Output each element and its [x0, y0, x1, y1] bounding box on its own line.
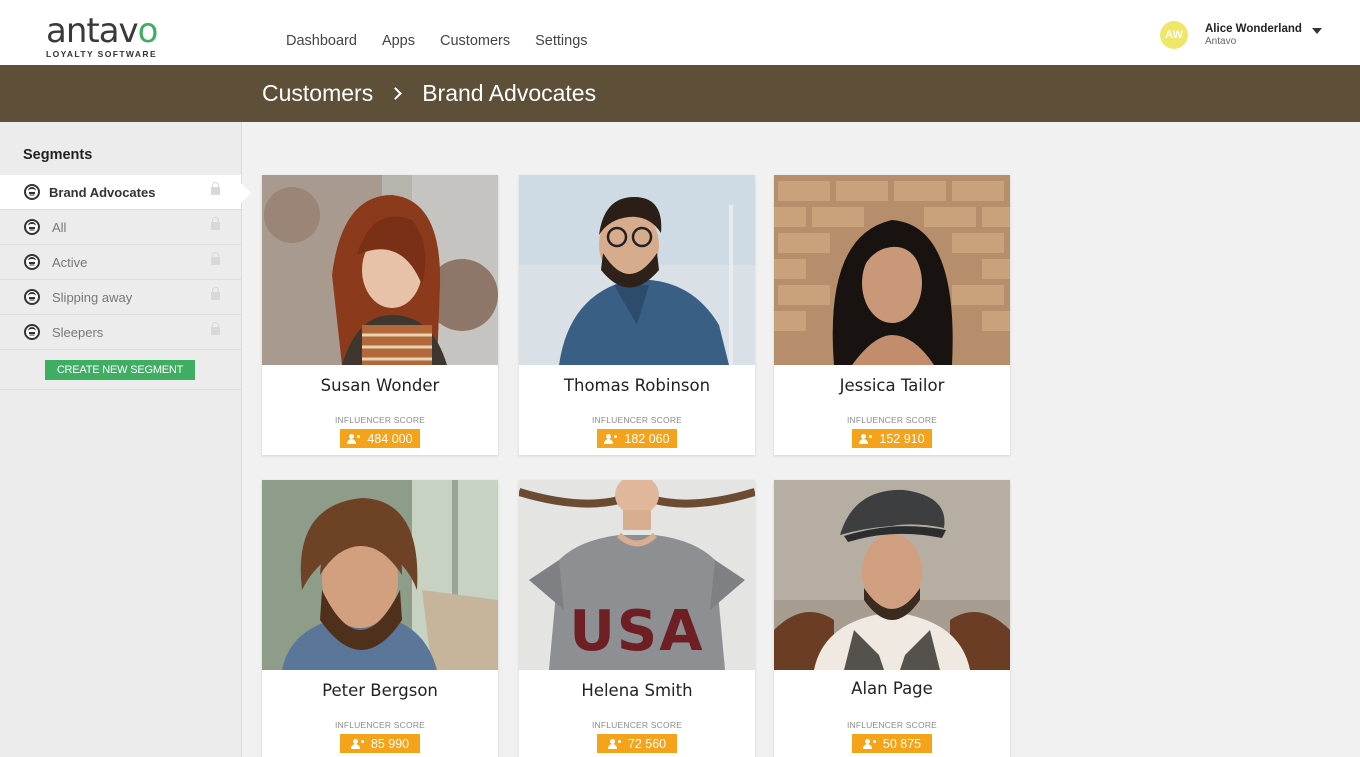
lock-icon — [211, 217, 220, 230]
face-icon — [24, 219, 40, 235]
customer-photo — [774, 175, 1010, 365]
segment-label: Active — [52, 254, 88, 270]
users-icon — [350, 738, 364, 749]
customer-card[interactable]: USA Helena Smith INFLUENCER SCORE 72 560 — [519, 480, 755, 757]
nav-dashboard[interactable]: Dashboard — [286, 33, 357, 49]
segment-slipping-away[interactable]: Slipping away — [0, 280, 241, 315]
users-icon — [859, 433, 873, 444]
lock-icon — [211, 252, 220, 265]
user-org: Antavo — [1205, 35, 1237, 47]
segment-active[interactable]: Active — [0, 245, 241, 280]
segment-label: Sleepers — [52, 324, 104, 340]
score-wrap: 85 990 — [262, 734, 498, 757]
avatar: AW — [1160, 21, 1188, 49]
logo-text: antav — [46, 11, 139, 51]
sidebar: Segments Brand Advocates All Active Slip… — [0, 122, 251, 757]
influencer-score-label: INFLUENCER SCORE — [591, 415, 683, 425]
score-wrap: 50 875 — [774, 734, 1010, 757]
customer-name[interactable]: Alan Page — [774, 679, 1010, 698]
influencer-score-badge: 72 560 — [597, 734, 677, 753]
customer-photo — [774, 480, 1010, 670]
users-icon — [604, 433, 618, 444]
segment-list: Brand Advocates All Active Slipping away… — [0, 175, 251, 350]
influencer-score-value: 182 060 — [624, 431, 670, 446]
influencer-score-badge: 484 000 — [340, 429, 420, 448]
nav-customers[interactable]: Customers — [440, 33, 510, 49]
antavo-logo[interactable]: antavo LOYALTY SOFTWARE — [46, 14, 166, 60]
customer-photo — [262, 480, 498, 670]
face-icon — [24, 324, 40, 340]
chevron-right-icon — [389, 87, 403, 100]
users-icon — [607, 738, 621, 749]
lock-icon — [211, 182, 220, 195]
main-nav: Dashboard Apps Customers Settings — [286, 33, 613, 49]
logo-accent-letter: o — [137, 11, 159, 51]
users-icon — [862, 738, 876, 749]
nav-settings[interactable]: Settings — [535, 33, 587, 49]
user-name: Alice Wonderland — [1205, 22, 1302, 35]
segment-all[interactable]: All — [0, 210, 241, 245]
segment-sleepers[interactable]: Sleepers — [0, 315, 241, 350]
lock-icon — [211, 322, 220, 335]
customer-card[interactable]: Susan Wonder INFLUENCER SCORE 484 000 — [262, 175, 498, 455]
logo-wordmark: antavo — [46, 14, 166, 48]
sidebar-title: Segments — [23, 147, 93, 163]
score-wrap: 182 060 — [519, 429, 755, 455]
score-wrap: 72 560 — [519, 734, 755, 757]
face-icon — [24, 254, 40, 270]
customer-name[interactable]: Jessica Tailor — [774, 376, 1010, 395]
create-segment-row: CREATE NEW SEGMENT — [0, 350, 241, 390]
caret-down-icon[interactable] — [1311, 28, 1322, 34]
user-menu[interactable]: AW Alice Wonderland Antavo — [1160, 20, 1322, 50]
customer-photo: USA — [519, 480, 755, 670]
top-header: antavo LOYALTY SOFTWARE Dashboard Apps C… — [0, 0, 1360, 65]
influencer-score-badge: 152 910 — [852, 429, 932, 448]
users-icon — [347, 433, 361, 444]
face-icon — [24, 289, 40, 305]
shirt-print-text: USA — [569, 599, 704, 664]
customer-card[interactable]: Peter Bergson INFLUENCER SCORE 85 990 — [262, 480, 498, 757]
customer-photo — [262, 175, 498, 365]
influencer-score-value: 50 875 — [882, 736, 922, 751]
influencer-score-label: INFLUENCER SCORE — [591, 720, 683, 730]
influencer-score-badge: 85 990 — [340, 734, 420, 753]
breadcrumb-customers[interactable]: Customers — [262, 80, 373, 107]
breadcrumb: Customers Brand Advocates — [262, 80, 596, 107]
segment-brand-advocates[interactable]: Brand Advocates — [0, 175, 251, 210]
segment-label: All — [52, 219, 67, 235]
influencer-score-badge: 50 875 — [852, 734, 932, 753]
customer-card[interactable]: Thomas Robinson INFLUENCER SCORE 182 060 — [519, 175, 755, 455]
influencer-score-label: INFLUENCER SCORE — [334, 720, 426, 730]
face-icon — [24, 184, 40, 200]
customer-name[interactable]: Thomas Robinson — [519, 376, 755, 395]
segment-label: Brand Advocates — [49, 184, 156, 200]
influencer-score-value: 72 560 — [627, 736, 667, 751]
segment-label: Slipping away — [52, 289, 133, 305]
influencer-score-value: 85 990 — [370, 736, 410, 751]
nav-apps[interactable]: Apps — [382, 33, 415, 49]
customer-name[interactable]: Susan Wonder — [262, 376, 498, 395]
customer-name[interactable]: Helena Smith — [519, 681, 755, 700]
influencer-score-badge: 182 060 — [597, 429, 677, 448]
influencer-score-label: INFLUENCER SCORE — [846, 720, 938, 730]
breadcrumb-current: Brand Advocates — [422, 80, 597, 106]
influencer-score-label: INFLUENCER SCORE — [846, 415, 938, 425]
influencer-score-value: 484 000 — [367, 431, 413, 446]
customer-card[interactable]: Alan Page INFLUENCER SCORE 50 875 — [774, 480, 1010, 757]
influencer-score-label: INFLUENCER SCORE — [334, 415, 426, 425]
customer-card[interactable]: Jessica Tailor INFLUENCER SCORE 152 910 — [774, 175, 1010, 455]
customer-name[interactable]: Peter Bergson — [262, 681, 498, 700]
score-wrap: 152 910 — [774, 429, 1010, 455]
user-info: Alice Wonderland Antavo — [1205, 23, 1302, 48]
customer-photo — [519, 175, 755, 365]
breadcrumb-bar: Customers Brand Advocates — [0, 65, 1360, 122]
lock-icon — [211, 287, 220, 300]
score-wrap: 484 000 — [262, 429, 498, 455]
create-new-segment-button[interactable]: CREATE NEW SEGMENT — [45, 360, 195, 380]
influencer-score-value: 152 910 — [879, 431, 925, 446]
logo-tagline: LOYALTY SOFTWARE — [46, 49, 158, 59]
